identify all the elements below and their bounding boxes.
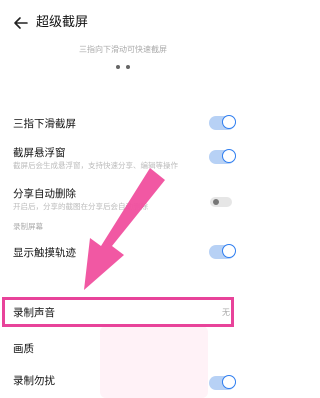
- toggle-knob: [222, 149, 236, 163]
- gesture-hint: 三指向下滑动可快速截屏: [79, 45, 167, 54]
- pager-dot-active: [116, 65, 120, 69]
- setting-label: 显示触摸轨迹: [13, 247, 76, 259]
- pager-dots: [0, 65, 246, 69]
- setting-floating-window[interactable]: 截屏悬浮窗 截屏后会生成悬浮窗，支持快速分享、编辑等操作: [0, 142, 246, 172]
- setting-label: 三指下滑截屏: [13, 118, 76, 130]
- setting-label: 分享自动删除: [13, 188, 76, 200]
- toggle-knob: [222, 115, 236, 129]
- page-title: 超级截屏: [36, 15, 89, 30]
- setting-three-finger[interactable]: 三指下滑截屏: [0, 112, 246, 134]
- setting-desc: 开启后，分享的截图在分享后会自动删除: [13, 202, 148, 211]
- toggle-knob: [222, 244, 236, 258]
- setting-label: 录制勿扰: [13, 375, 55, 387]
- setting-label: 截屏悬浮窗: [13, 147, 66, 159]
- header: 超级截屏: [0, 10, 246, 38]
- section-header-record: 录制屏幕: [13, 222, 43, 231]
- toggle-knob: [222, 375, 236, 389]
- pager-dot: [126, 65, 130, 69]
- toggle-auto-delete[interactable]: [210, 197, 232, 207]
- setting-label: 画质: [13, 343, 34, 355]
- setting-touch-track[interactable]: 显示触摸轨迹: [0, 240, 246, 262]
- back-arrow-icon[interactable]: [12, 14, 30, 32]
- highlight-box: [2, 297, 234, 327]
- setting-auto-delete[interactable]: 分享自动删除 开启后，分享的截图在分享后会自动删除: [0, 186, 246, 216]
- toggle-three-finger[interactable]: [209, 115, 236, 130]
- toggle-floating-window[interactable]: [209, 149, 236, 164]
- toggle-dnd[interactable]: [209, 375, 236, 390]
- toggle-knob: [213, 199, 219, 205]
- toggle-touch-track[interactable]: [209, 244, 236, 259]
- blur-overlay: [100, 326, 208, 398]
- setting-desc: 截屏后会生成悬浮窗，支持快速分享、编辑等操作: [13, 161, 178, 170]
